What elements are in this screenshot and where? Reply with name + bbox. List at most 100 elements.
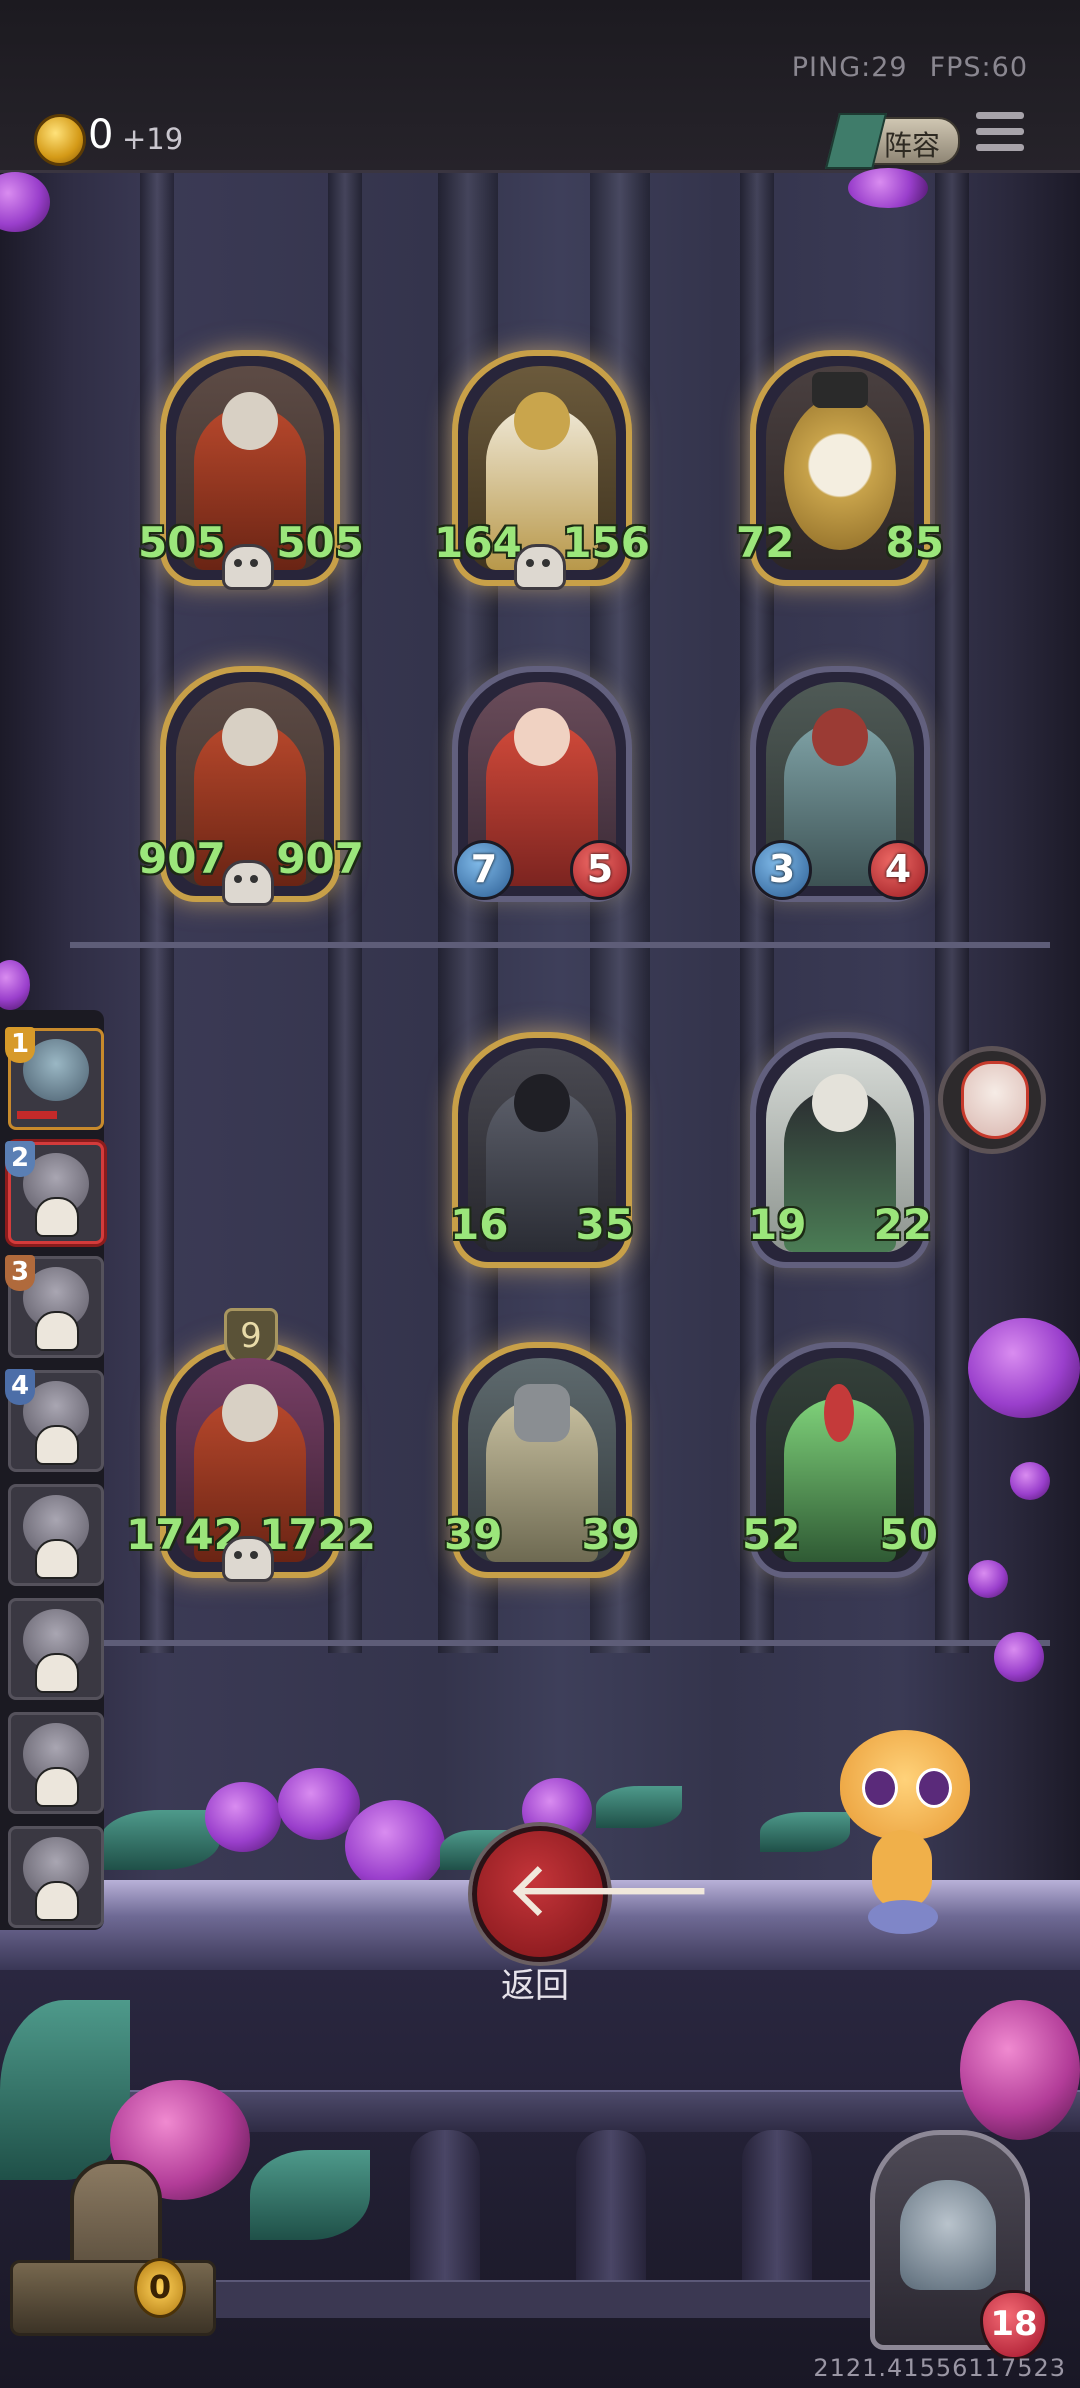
coin-count: 0 bbox=[88, 112, 114, 158]
rose-decoration bbox=[345, 1800, 445, 1892]
minion-card-shadow-knight[interactable]: 16 35 bbox=[450, 1032, 634, 1268]
mask-icon bbox=[961, 1061, 1029, 1139]
player-slot[interactable]: 4 bbox=[5, 1369, 104, 1472]
rank-badge: 2 bbox=[5, 1141, 35, 1177]
skull-icon bbox=[222, 1536, 274, 1582]
treasure-chest[interactable]: 0 bbox=[10, 2150, 216, 2340]
health-value: 505 bbox=[276, 518, 364, 567]
attack-badge: 7 bbox=[454, 840, 514, 900]
skull-icon bbox=[514, 544, 566, 590]
leaf-decoration bbox=[596, 1786, 682, 1828]
rose-decoration bbox=[848, 168, 928, 208]
health-value: 35 bbox=[575, 1200, 634, 1249]
minion-card-hooded-assassin[interactable]: 505 505 bbox=[138, 350, 364, 590]
arrow-left-icon: 🡐 bbox=[505, 1845, 715, 1935]
cat-pet[interactable] bbox=[828, 1690, 988, 1940]
balcony-base bbox=[180, 2280, 920, 2318]
minion-card-horned-girl[interactable]: 7 5 bbox=[452, 666, 632, 902]
window-frame bbox=[70, 1640, 1050, 1646]
rose-decoration bbox=[205, 1782, 281, 1852]
minion-card-moth-beast[interactable]: 3 4 bbox=[750, 666, 930, 902]
minion-card-hooded-assassin[interactable]: 9 1742 1722 bbox=[126, 1308, 376, 1582]
cat-eye bbox=[916, 1768, 952, 1808]
health-value: 1722 bbox=[259, 1510, 376, 1559]
rank-badge: 1 bbox=[5, 1027, 35, 1063]
player-slot[interactable] bbox=[8, 1826, 104, 1928]
skull-icon bbox=[222, 544, 274, 590]
baluster bbox=[410, 2130, 480, 2300]
window-frame bbox=[70, 942, 1050, 948]
player-slot[interactable]: 3 bbox=[5, 1255, 104, 1358]
attack-value: 19 bbox=[748, 1200, 807, 1249]
minion-card-knight-squire[interactable]: 39 39 bbox=[444, 1342, 640, 1578]
player-slot[interactable]: 2 bbox=[5, 1141, 104, 1244]
skull-icon bbox=[35, 1881, 79, 1921]
leaf-decoration bbox=[100, 1810, 220, 1870]
player-slot[interactable] bbox=[8, 1712, 104, 1814]
hero-art bbox=[900, 2180, 996, 2290]
network-status: PING:29 FPS:60 bbox=[770, 52, 1028, 83]
rose-decoration bbox=[968, 1560, 1008, 1598]
cat-eye bbox=[862, 1768, 898, 1808]
seed-readout: 2121.41556117523 bbox=[813, 2354, 1066, 2382]
minion-card-clockwork-clown[interactable]: 72 85 bbox=[736, 350, 944, 586]
attack-value: 164 bbox=[434, 518, 522, 567]
minion-card-hooded-assassin[interactable]: 907 907 bbox=[138, 666, 364, 906]
attack-value: 72 bbox=[736, 518, 795, 567]
health-value: 50 bbox=[879, 1510, 938, 1559]
formation-button[interactable]: 阵容 bbox=[825, 113, 960, 169]
attack-value: 505 bbox=[138, 518, 226, 567]
formation-label: 阵容 bbox=[884, 129, 941, 162]
rose-decoration bbox=[1010, 1462, 1050, 1500]
skull-icon bbox=[35, 1425, 79, 1465]
player-sidebar: 1 2 3 4 bbox=[0, 1010, 104, 1930]
attack-value: 52 bbox=[742, 1510, 801, 1559]
rose-decoration bbox=[960, 2000, 1080, 2140]
player-slot[interactable] bbox=[8, 1598, 104, 1700]
baluster bbox=[576, 2130, 646, 2300]
minion-card-golden-paladin[interactable]: 164 156 bbox=[434, 350, 650, 590]
coin-icon bbox=[34, 114, 86, 166]
skull-icon bbox=[35, 1767, 79, 1807]
menu-button[interactable] bbox=[976, 112, 1024, 160]
back-label: 返回 bbox=[501, 1966, 569, 2006]
attack-value: 907 bbox=[138, 834, 226, 883]
player-slot[interactable]: 1 bbox=[5, 1027, 104, 1130]
attack-value: 16 bbox=[450, 1200, 509, 1249]
skull-icon bbox=[222, 860, 274, 906]
health-badge: 4 bbox=[868, 840, 928, 900]
skull-icon bbox=[35, 1653, 79, 1693]
health-value: 156 bbox=[562, 518, 650, 567]
cat-body bbox=[872, 1830, 932, 1910]
baluster bbox=[742, 2130, 812, 2300]
skull-icon bbox=[35, 1197, 79, 1237]
minion-card-thorn-golem[interactable]: 52 50 bbox=[742, 1342, 938, 1578]
rose-decoration bbox=[968, 1318, 1080, 1418]
skull-icon bbox=[35, 1539, 79, 1579]
fish-icon bbox=[868, 1900, 938, 1934]
window-frame bbox=[935, 173, 969, 1653]
skull-icon bbox=[35, 1311, 79, 1351]
health-value: 907 bbox=[276, 834, 364, 883]
attack-badge: 3 bbox=[752, 840, 812, 900]
health-badge: 5 bbox=[570, 840, 630, 900]
rose-decoration bbox=[994, 1632, 1044, 1682]
health-value: 39 bbox=[581, 1510, 640, 1559]
attack-value: 39 bbox=[444, 1510, 503, 1559]
health-value: 22 bbox=[873, 1200, 932, 1249]
minion-card-reaper[interactable]: 19 22 bbox=[748, 1032, 932, 1268]
menu-icon bbox=[976, 112, 1024, 119]
ping-readout: PING:29 bbox=[791, 52, 908, 83]
fps-readout: FPS:60 bbox=[929, 52, 1028, 83]
rank-badge: 4 bbox=[5, 1369, 35, 1405]
health-bar bbox=[17, 1111, 57, 1119]
rank-badge: 3 bbox=[5, 1255, 35, 1291]
coin-income: +19 bbox=[122, 122, 184, 156]
back-button[interactable]: 🡐 bbox=[472, 1826, 714, 1962]
chest-base bbox=[10, 2260, 216, 2336]
chest-counter: 0 bbox=[134, 2258, 186, 2318]
player-slot[interactable] bbox=[8, 1484, 104, 1586]
opponent-portrait[interactable] bbox=[938, 1046, 1046, 1154]
health-value: 85 bbox=[885, 518, 944, 567]
leaf-decoration bbox=[250, 2150, 370, 2240]
